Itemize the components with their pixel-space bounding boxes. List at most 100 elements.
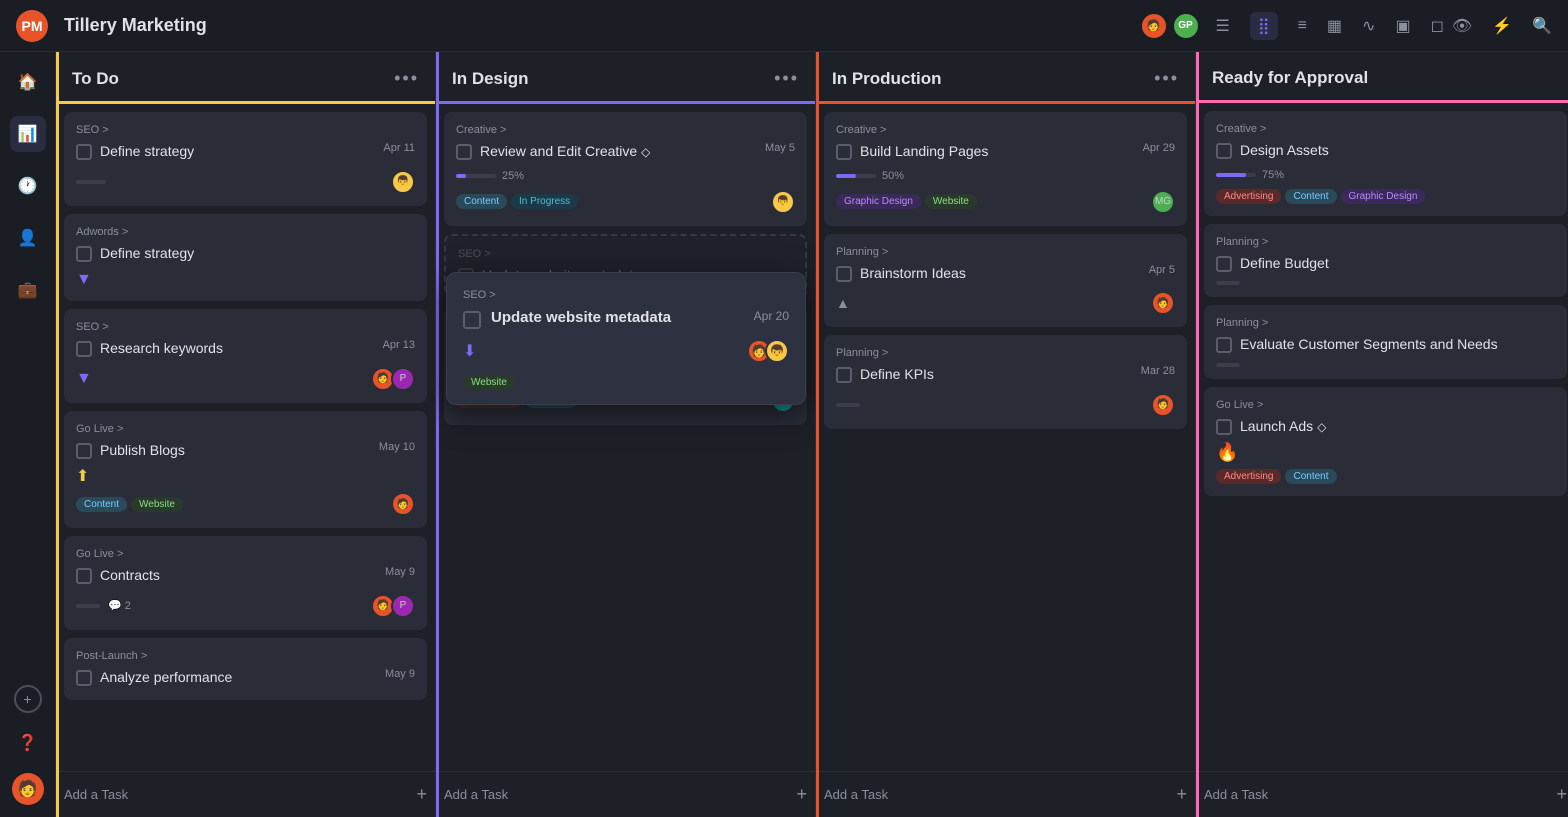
card-avatar-p: P bbox=[391, 594, 415, 618]
doc-icon[interactable]: ◻ bbox=[1431, 16, 1444, 36]
app-title: Tillery Marketing bbox=[64, 15, 1132, 36]
sidebar-item-add[interactable]: + bbox=[14, 685, 42, 713]
card-category: Planning > bbox=[836, 347, 1175, 359]
card-title-row: Analyze performance May 9 bbox=[76, 668, 415, 688]
card-date: Apr 5 bbox=[1149, 264, 1175, 276]
add-task-label: Add a Task bbox=[64, 787, 128, 802]
tooltip-checkbox[interactable] bbox=[463, 311, 481, 329]
card-category: SEO > bbox=[76, 321, 415, 333]
tooltip-tags: Website bbox=[463, 373, 789, 388]
card-checkbox[interactable] bbox=[76, 568, 92, 584]
sidebar-item-avatar[interactable]: 🧑 bbox=[12, 773, 44, 805]
card-title-row: Define strategy bbox=[76, 244, 415, 264]
card-golive-launchads: Go Live > Launch Ads ◇ 🔥 Advertising Con… bbox=[1204, 387, 1567, 497]
card-checkbox[interactable] bbox=[76, 246, 92, 262]
column-header-indesign: In Design ••• bbox=[436, 52, 815, 104]
card-category: Creative > bbox=[1216, 123, 1555, 135]
card-title: Define strategy bbox=[100, 142, 375, 162]
list-icon[interactable]: ☰ bbox=[1216, 16, 1230, 36]
card-checkbox[interactable] bbox=[76, 670, 92, 686]
toolbar-view-icons: ☰ ⣿ ≡ ▦ ∿ ▣ ◻ bbox=[1216, 12, 1444, 40]
card-checkbox[interactable] bbox=[836, 266, 852, 282]
card-date: May 9 bbox=[385, 566, 415, 578]
toolbar-right: 👁 ⚡ 🔍 bbox=[1452, 16, 1552, 36]
add-task-indesign[interactable]: Add a Task + bbox=[436, 771, 815, 817]
table-icon[interactable]: ▦ bbox=[1327, 16, 1342, 36]
priority-up-icon: ▲ bbox=[836, 295, 850, 311]
card-checkbox[interactable] bbox=[76, 341, 92, 357]
card-title: Review and Edit Creative ◇ bbox=[480, 142, 757, 162]
card-creative-landing: Creative > Build Landing Pages Apr 29 50… bbox=[824, 112, 1187, 226]
filter-icon[interactable]: ⚡ bbox=[1492, 16, 1512, 36]
column-indesign: In Design ••• Creative > Review and Edit… bbox=[436, 52, 816, 817]
tag-advertising: Advertising bbox=[1216, 469, 1281, 484]
progress-label: 25% bbox=[502, 170, 524, 182]
add-task-todo[interactable]: Add a Task + bbox=[56, 771, 435, 817]
card-title-row: Launch Ads ◇ bbox=[1216, 417, 1555, 437]
card-checkbox[interactable] bbox=[836, 144, 852, 160]
card-checkbox[interactable] bbox=[1216, 143, 1232, 159]
progress-dash bbox=[76, 604, 100, 608]
card-category: Planning > bbox=[1216, 317, 1555, 329]
tooltip-title-row: Update website metadata Apr 20 bbox=[463, 309, 789, 329]
column-menu-inprod[interactable]: ••• bbox=[1154, 68, 1179, 89]
card-planning-evaluate: Planning > Evaluate Customer Segments an… bbox=[1204, 305, 1567, 379]
column-menu-todo[interactable]: ••• bbox=[394, 68, 419, 89]
board-icon[interactable]: ⣿ bbox=[1250, 12, 1278, 40]
tooltip-arrow-down-icon: ⬇ bbox=[463, 341, 476, 361]
gantt-icon[interactable]: ≡ bbox=[1298, 17, 1307, 35]
eye-icon[interactable]: 👁 bbox=[1452, 16, 1472, 36]
column-inprod: In Production ••• Creative > Build Landi… bbox=[816, 52, 1196, 817]
progress-bar-bg bbox=[456, 174, 496, 178]
progress-bar-fill bbox=[1216, 173, 1246, 177]
toolbar-avatars: 🧑 GP bbox=[1140, 12, 1200, 40]
search-icon[interactable]: 🔍 bbox=[1532, 16, 1552, 36]
tag-content: Content bbox=[1285, 189, 1336, 204]
sidebar-item-time[interactable]: 🕐 bbox=[10, 168, 46, 204]
card-title: Analyze performance bbox=[100, 668, 377, 688]
card-checkbox[interactable] bbox=[76, 443, 92, 459]
card-golive-contracts: Go Live > Contracts May 9 💬 2 bbox=[64, 536, 427, 630]
card-title: Contracts bbox=[100, 566, 377, 586]
card-checkbox[interactable] bbox=[1216, 419, 1232, 435]
card-title-row: Brainstorm Ideas Apr 5 bbox=[836, 264, 1175, 284]
fire-icon: 🔥 bbox=[1216, 442, 1555, 463]
add-task-inprod[interactable]: Add a Task + bbox=[816, 771, 1195, 817]
column-menu-indesign[interactable]: ••• bbox=[774, 68, 799, 89]
card-checkbox[interactable] bbox=[1216, 337, 1232, 353]
sidebar-item-people[interactable]: 👤 bbox=[10, 220, 46, 256]
card-checkbox[interactable] bbox=[76, 144, 92, 160]
column-header-approval: Ready for Approval bbox=[1196, 52, 1568, 103]
sidebar-bottom: + ❓ 🧑 bbox=[10, 685, 46, 805]
card-title: Research keywords bbox=[100, 339, 375, 359]
card-title: Evaluate Customer Segments and Needs bbox=[1240, 335, 1555, 355]
chevron-down-icon[interactable]: ▼ bbox=[76, 271, 92, 288]
chevron-down-icon[interactable]: ▼ bbox=[76, 370, 92, 388]
card-title-row: Contracts May 9 bbox=[76, 566, 415, 586]
card-checkbox[interactable] bbox=[1216, 256, 1232, 272]
avatar-user1: 🧑 bbox=[1140, 12, 1168, 40]
priority-up-icon: ⬆ bbox=[76, 466, 415, 486]
sidebar-item-home[interactable]: 🏠 bbox=[10, 64, 46, 100]
tooltip-title: Update website metadata bbox=[491, 309, 744, 326]
card-title: Launch Ads ◇ bbox=[1240, 417, 1555, 437]
add-task-approval[interactable]: Add a Task + bbox=[1196, 771, 1568, 817]
card-checkbox[interactable] bbox=[836, 367, 852, 383]
tag-graphic-design: Graphic Design bbox=[1341, 189, 1426, 204]
sidebar-item-help[interactable]: ❓ bbox=[10, 725, 46, 761]
layout: 🏠 📊 🕐 👤 💼 + ❓ 🧑 To Do ••• SEO bbox=[0, 52, 1568, 817]
accent-approval bbox=[1196, 52, 1199, 817]
card-progress-bar bbox=[76, 180, 106, 184]
card-date: May 10 bbox=[379, 441, 415, 453]
calendar-icon[interactable]: ▣ bbox=[1395, 16, 1410, 36]
tag-content: Content bbox=[76, 497, 127, 512]
board: To Do ••• SEO > Define strategy Apr 11 bbox=[56, 52, 1568, 817]
card-title: Define KPIs bbox=[860, 365, 1133, 385]
card-checkbox[interactable] bbox=[456, 144, 472, 160]
pulse-icon[interactable]: ∿ bbox=[1362, 16, 1375, 36]
sidebar-item-dashboard[interactable]: 📊 bbox=[10, 116, 46, 152]
card-category: Planning > bbox=[1216, 236, 1555, 248]
card-title: Define Budget bbox=[1240, 254, 1555, 274]
sidebar-item-work[interactable]: 💼 bbox=[10, 272, 46, 308]
card-avatar: 👦 bbox=[391, 170, 415, 194]
